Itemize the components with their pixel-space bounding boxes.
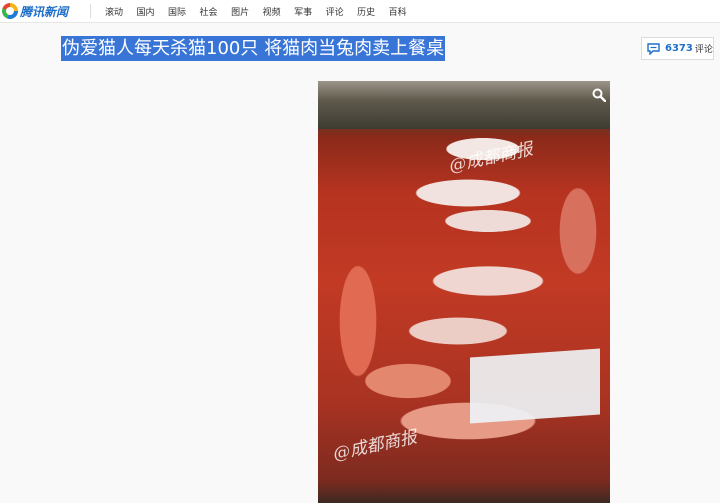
site-logo[interactable]: 腾讯新闻	[2, 2, 68, 20]
magnifier-icon[interactable]	[592, 87, 607, 103]
nav-link-commentary[interactable]: 评论	[326, 5, 344, 18]
nav-link-encyclopedia[interactable]: 百科	[389, 5, 407, 18]
nav-link-society[interactable]: 社会	[200, 5, 218, 18]
nav-link-international[interactable]: 国际	[168, 5, 186, 18]
photo-glare	[470, 348, 600, 424]
tencent-logo-icon	[2, 3, 18, 19]
photo-watermark-top: @成都商报	[447, 139, 535, 177]
nav-divider	[90, 4, 91, 18]
comment-count-button[interactable]: 6373 评论	[641, 37, 714, 60]
nav-link-military[interactable]: 军事	[294, 5, 312, 18]
nav-link-domestic[interactable]: 国内	[137, 5, 155, 18]
comment-count: 6373	[665, 43, 693, 54]
site-logo-text: 腾讯新闻	[20, 4, 69, 19]
top-navigation-bar: 腾讯新闻 滚动 国内 国际 社会 图片 视频 军事 评论 历史 百科	[0, 0, 720, 23]
nav-link-history[interactable]: 历史	[357, 5, 375, 18]
comment-label: 评论	[694, 45, 713, 55]
comment-bubble-icon	[647, 42, 660, 55]
nav-link-scroll[interactable]: 滚动	[105, 5, 123, 18]
article-photo[interactable]: @成都商报 @成都商报	[318, 81, 610, 503]
photo-watermark-bottom: @成都商报	[331, 427, 419, 465]
nav-link-video[interactable]: 视频	[263, 5, 281, 18]
photo-top-edge	[318, 81, 610, 129]
channel-nav: 滚动 国内 国际 社会 图片 视频 军事 评论 历史 百科	[105, 0, 420, 22]
article-title: 伪爱猫人每天杀猫100只 将猫肉当兔肉卖上餐桌	[61, 36, 446, 61]
nav-link-pictures[interactable]: 图片	[231, 5, 249, 18]
